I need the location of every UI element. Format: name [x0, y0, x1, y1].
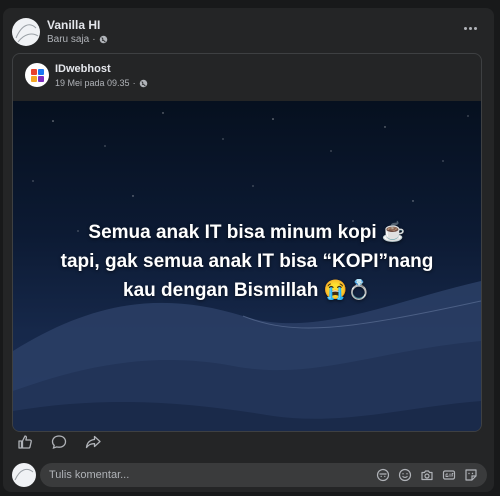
shared-post[interactable]: IDwebhost 19 Mei pada 09.35 · Semua anak…: [12, 53, 482, 432]
author-avatar[interactable]: [12, 18, 40, 46]
emoji-button[interactable]: [397, 467, 413, 483]
idwebhost-logo-icon: [30, 68, 44, 82]
more-options-button[interactable]: [458, 18, 482, 38]
more-dot: [468, 26, 472, 30]
post-image[interactable]: Semua anak IT bisa minum kopi ☕ tapi, ga…: [13, 101, 481, 431]
image-caption: Semua anak IT bisa minum kopi ☕ tapi, ga…: [13, 218, 481, 305]
emoji-icon: [398, 468, 412, 482]
logo-square: [30, 75, 37, 82]
thumbs-up-icon: [18, 435, 32, 449]
meta-separator: ·: [132, 78, 136, 88]
camera-button[interactable]: [419, 467, 435, 483]
comment-box[interactable]: [40, 463, 487, 487]
post-actions: [15, 432, 103, 452]
gif-button[interactable]: [441, 467, 457, 483]
caption-line-1: Semua anak IT bisa minum kopi ☕: [88, 222, 406, 243]
gif-icon: [442, 470, 456, 480]
like-button[interactable]: [15, 432, 35, 452]
post-time[interactable]: Baru saja: [47, 34, 89, 45]
avatar-sticker-button[interactable]: [375, 467, 391, 483]
logo-square: [30, 68, 37, 75]
comment-button[interactable]: [49, 432, 69, 452]
shared-post-meta: 19 Mei pada 09.35 ·: [55, 78, 148, 88]
author-name[interactable]: Vanilla HI: [47, 18, 100, 32]
comment-tools: [375, 467, 479, 483]
meta-separator: ·: [92, 34, 96, 45]
sticker-button[interactable]: [463, 467, 479, 483]
logo-square: [37, 68, 44, 75]
globe-icon[interactable]: [139, 79, 148, 88]
comment-input[interactable]: [49, 463, 349, 487]
shared-author-name[interactable]: IDwebhost: [55, 63, 111, 75]
camera-icon: [421, 470, 433, 481]
share-icon: [85, 435, 101, 449]
globe-icon[interactable]: [99, 35, 108, 44]
avatar-sticker-icon: [376, 468, 390, 482]
share-button[interactable]: [83, 432, 103, 452]
logo-square: [37, 75, 44, 82]
post-meta: Baru saja ·: [47, 34, 108, 45]
avatar-sketch-icon: [14, 468, 34, 481]
caption-line-2: tapi, gak semua anak IT bisa “KOPI”nang: [60, 251, 434, 272]
more-dot: [473, 26, 477, 30]
shared-author-logo[interactable]: [25, 63, 49, 87]
comment-icon: [51, 435, 67, 450]
caption-line-3: kau dengan Bismillah 😭💍: [123, 280, 371, 301]
post-card: Vanilla HI Baru saja · IDwebhost 19 Mei …: [3, 8, 494, 492]
more-horizontal-icon: [463, 26, 467, 30]
shared-post-time[interactable]: 19 Mei pada 09.35: [55, 78, 130, 88]
sticker-icon: [465, 469, 477, 481]
commenter-avatar[interactable]: [12, 463, 36, 487]
avatar-sketch-icon: [15, 24, 39, 43]
